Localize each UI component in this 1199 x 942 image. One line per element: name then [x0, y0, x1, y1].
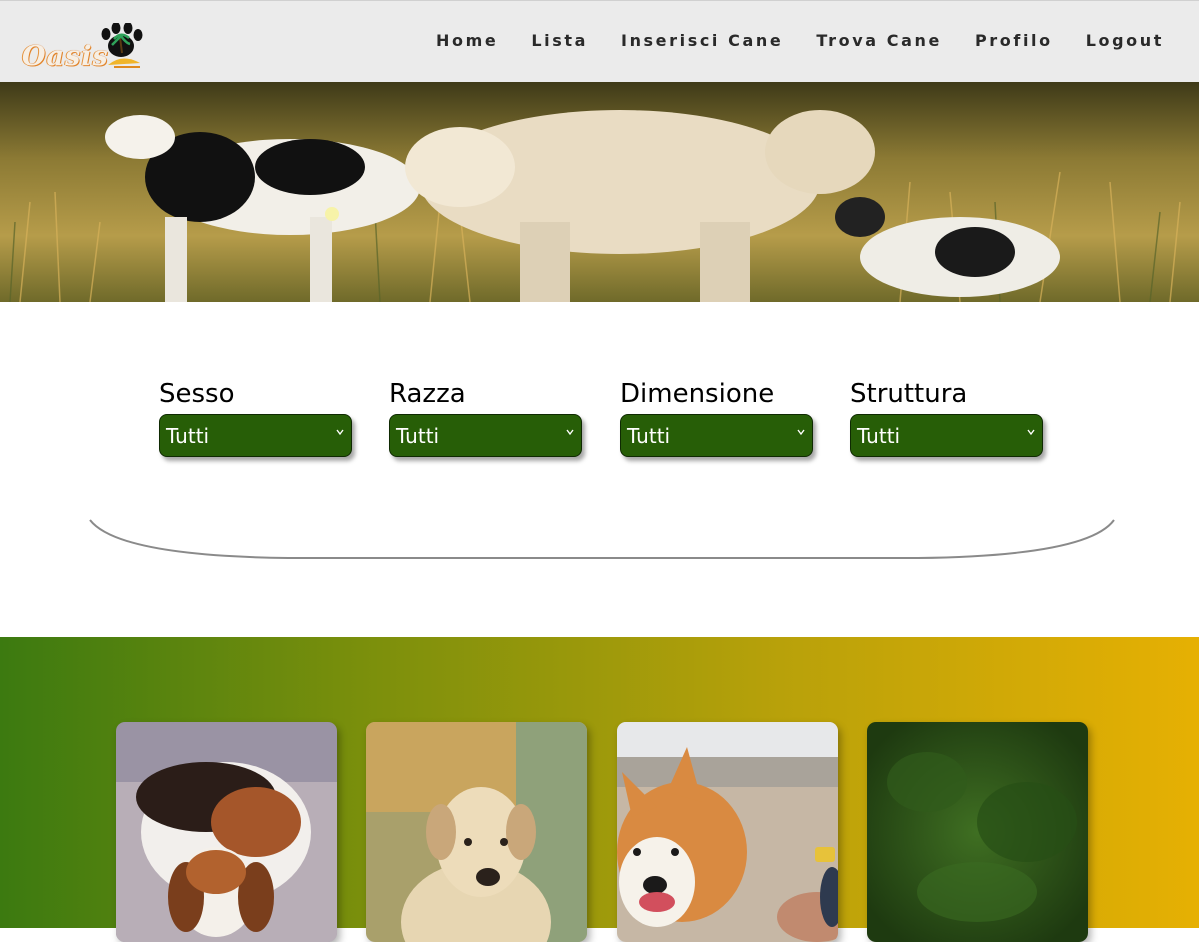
filter-struttura: Struttura Tutti	[850, 378, 1044, 457]
chevron-down-icon	[797, 429, 805, 436]
nav-profilo[interactable]: Profilo	[975, 31, 1053, 50]
sesso-select[interactable]: Tutti	[159, 414, 352, 457]
razza-select[interactable]: Tutti	[389, 414, 582, 457]
navbar: Oasis Home Lista Inserisci Cane Trova Ca…	[0, 0, 1199, 82]
struttura-select[interactable]: Tutti	[850, 414, 1043, 457]
dog-gallery	[0, 637, 1199, 942]
filter-label: Struttura	[850, 379, 968, 409]
nav-logout[interactable]: Logout	[1086, 31, 1164, 50]
dog-card[interactable]	[617, 722, 838, 942]
foliage-photo-icon	[867, 722, 1088, 942]
oasis-logo[interactable]: Oasis	[22, 23, 144, 73]
dog-card[interactable]	[366, 722, 587, 942]
filter-sesso: Sesso Tutti	[159, 378, 353, 457]
logo-text: Oasis	[22, 41, 109, 72]
nav-inserisci-cane[interactable]: Inserisci Cane	[621, 31, 783, 50]
filter-dimensione: Dimensione Tutti	[620, 378, 814, 457]
main-nav: Home Lista Inserisci Cane Trova Cane Pro…	[403, 31, 1164, 50]
beagle-photo-icon	[116, 722, 337, 942]
corgi-photo-icon	[617, 722, 838, 942]
filter-label: Razza	[389, 379, 466, 409]
dogs-in-field-image	[0, 82, 1199, 302]
filter-label: Dimensione	[620, 379, 775, 409]
select-value: Tutti	[166, 424, 210, 448]
nav-trova-cane[interactable]: Trova Cane	[816, 31, 942, 50]
filter-razza: Razza Tutti	[389, 378, 583, 457]
dimensione-select[interactable]: Tutti	[620, 414, 813, 457]
filter-label: Sesso	[159, 379, 235, 409]
hero-banner	[0, 82, 1199, 302]
chevron-down-icon	[566, 429, 574, 436]
nav-lista[interactable]: Lista	[531, 31, 588, 50]
chevron-down-icon	[1027, 429, 1035, 436]
select-value: Tutti	[857, 424, 901, 448]
chevron-down-icon	[336, 429, 344, 436]
dog-card[interactable]	[867, 722, 1088, 942]
labrador-photo-icon	[366, 722, 587, 942]
nav-home[interactable]: Home	[436, 31, 498, 50]
section-divider	[89, 519, 1115, 559]
select-value: Tutti	[396, 424, 440, 448]
dog-card[interactable]	[116, 722, 337, 942]
select-value: Tutti	[627, 424, 671, 448]
